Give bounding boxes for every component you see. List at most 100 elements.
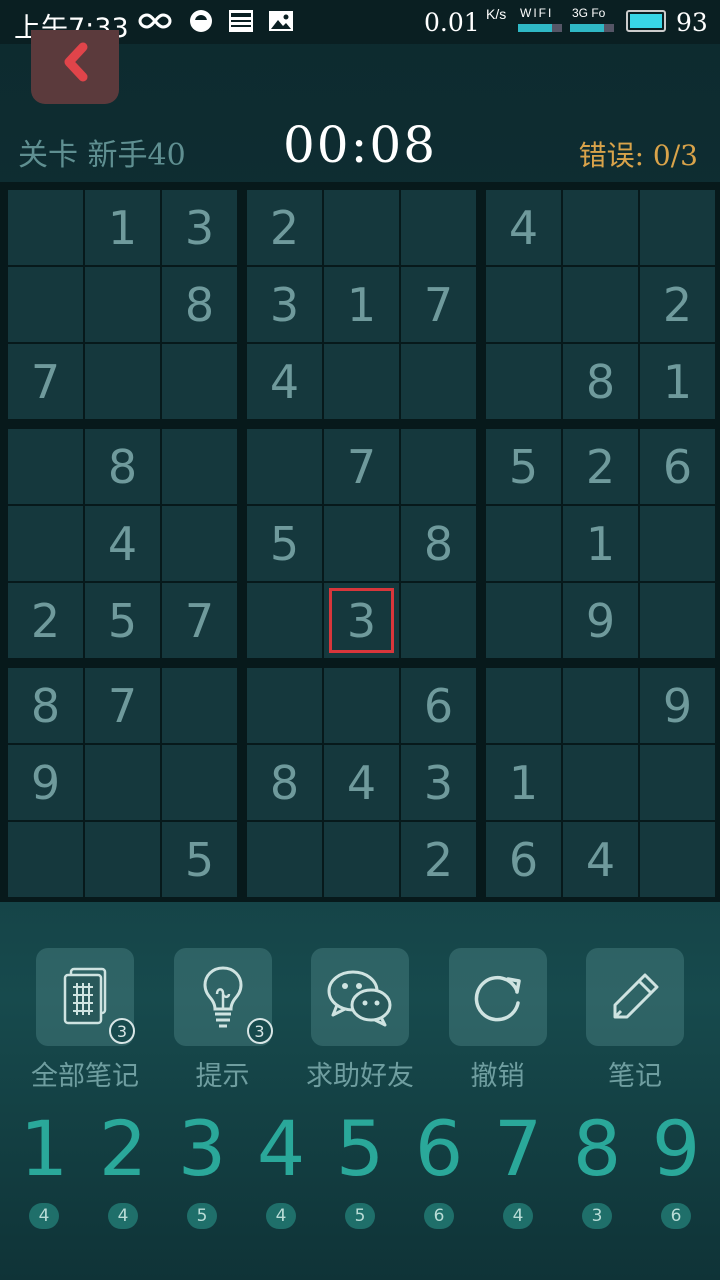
sudoku-cell-r6-c1[interactable]: 2 — [8, 583, 83, 658]
sudoku-cell-r9-c1[interactable] — [8, 822, 83, 897]
sudoku-cell-r1-c8[interactable] — [563, 190, 638, 265]
sudoku-cell-r6-c8[interactable]: 9 — [563, 583, 638, 658]
hint-button[interactable]: 3 提示 — [153, 948, 293, 1092]
sudoku-cell-r8-c2[interactable] — [85, 745, 160, 820]
sudoku-cell-r1-c9[interactable] — [640, 190, 715, 265]
sudoku-cell-r2-c9[interactable]: 2 — [640, 267, 715, 342]
remaining-count-badge: 6 — [424, 1203, 454, 1229]
number-key-2[interactable]: 24 — [87, 1104, 159, 1234]
sudoku-cell-r2-c5[interactable]: 1 — [324, 267, 399, 342]
sudoku-cell-r1-c7[interactable]: 4 — [486, 190, 561, 265]
tool-icon-box[interactable] — [311, 948, 409, 1046]
sudoku-cell-r9-c4[interactable] — [247, 822, 322, 897]
sudoku-cell-r1-c5[interactable] — [324, 190, 399, 265]
sudoku-cell-r7-c8[interactable] — [563, 668, 638, 743]
sudoku-cell-r9-c5[interactable] — [324, 822, 399, 897]
sudoku-cell-r7-c1[interactable]: 8 — [8, 668, 83, 743]
sudoku-cell-r8-c8[interactable] — [563, 745, 638, 820]
sudoku-cell-r7-c6[interactable]: 6 — [401, 668, 476, 743]
sudoku-cell-r5-c4[interactable]: 5 — [247, 506, 322, 581]
sudoku-cell-r3-c9[interactable]: 1 — [640, 344, 715, 419]
sudoku-cell-r7-c5[interactable] — [324, 668, 399, 743]
number-key-5[interactable]: 55 — [324, 1104, 396, 1234]
sudoku-cell-r8-c3[interactable] — [162, 745, 237, 820]
sudoku-cell-r2-c6[interactable]: 7 — [401, 267, 476, 342]
sudoku-cell-r5-c8[interactable]: 1 — [563, 506, 638, 581]
sudoku-cell-r3-c6[interactable] — [401, 344, 476, 419]
number-key-3[interactable]: 35 — [166, 1104, 238, 1234]
sudoku-cell-r8-c5[interactable]: 4 — [324, 745, 399, 820]
sudoku-cell-r6-c5[interactable]: 3 — [324, 583, 399, 658]
number-key-7[interactable]: 74 — [482, 1104, 554, 1234]
sudoku-cell-r3-c7[interactable] — [486, 344, 561, 419]
number-key-1[interactable]: 14 — [8, 1104, 80, 1234]
sudoku-cell-r2-c1[interactable] — [8, 267, 83, 342]
sudoku-cell-r7-c3[interactable] — [162, 668, 237, 743]
sudoku-cell-r2-c4[interactable]: 3 — [247, 267, 322, 342]
number-key-4[interactable]: 44 — [245, 1104, 317, 1234]
ask-friend-button[interactable]: 求助好友 — [290, 948, 430, 1092]
all-notes-button[interactable]: 3 全部笔记 — [15, 948, 155, 1092]
sudoku-cell-r8-c1[interactable]: 9 — [8, 745, 83, 820]
sudoku-cell-r6-c3[interactable]: 7 — [162, 583, 237, 658]
tool-icon-box[interactable] — [448, 948, 547, 1046]
sudoku-cell-r2-c3[interactable]: 8 — [162, 267, 237, 342]
sudoku-cell-r9-c9[interactable] — [640, 822, 715, 897]
tool-icon-box[interactable] — [586, 948, 684, 1046]
sudoku-cell-r4-c4[interactable] — [247, 429, 322, 504]
sudoku-cell-r3-c8[interactable]: 8 — [563, 344, 638, 419]
sudoku-cell-r3-c1[interactable]: 7 — [8, 344, 83, 419]
sudoku-cell-r5-c5[interactable] — [324, 506, 399, 581]
sudoku-cell-r8-c7[interactable]: 1 — [486, 745, 561, 820]
sudoku-cell-r5-c1[interactable] — [8, 506, 83, 581]
sudoku-cell-r5-c7[interactable] — [486, 506, 561, 581]
sudoku-cell-r8-c4[interactable]: 8 — [247, 745, 322, 820]
sudoku-cell-r5-c2[interactable]: 4 — [85, 506, 160, 581]
sudoku-cell-r8-c6[interactable]: 3 — [401, 745, 476, 820]
sudoku-cell-r4-c6[interactable] — [401, 429, 476, 504]
sudoku-cell-r4-c9[interactable]: 6 — [640, 429, 715, 504]
sudoku-cell-r9-c2[interactable] — [85, 822, 160, 897]
notes-button[interactable]: 笔记 — [565, 948, 705, 1092]
sudoku-cell-r4-c2[interactable]: 8 — [85, 429, 160, 504]
number-key-9[interactable]: 96 — [640, 1104, 712, 1234]
sudoku-cell-r6-c4[interactable] — [247, 583, 322, 658]
sudoku-cell-r5-c6[interactable]: 8 — [401, 506, 476, 581]
number-key-6[interactable]: 66 — [403, 1104, 475, 1234]
sudoku-cell-r4-c8[interactable]: 2 — [563, 429, 638, 504]
sudoku-cell-r7-c9[interactable]: 9 — [640, 668, 715, 743]
sudoku-cell-r8-c9[interactable] — [640, 745, 715, 820]
sudoku-cell-r3-c2[interactable] — [85, 344, 160, 419]
sudoku-cell-r7-c4[interactable] — [247, 668, 322, 743]
sudoku-cell-r9-c8[interactable]: 4 — [563, 822, 638, 897]
sudoku-cell-r6-c2[interactable]: 5 — [85, 583, 160, 658]
sudoku-cell-r1-c1[interactable] — [8, 190, 83, 265]
sudoku-cell-r7-c7[interactable] — [486, 668, 561, 743]
sudoku-cell-r4-c1[interactable] — [8, 429, 83, 504]
sudoku-cell-r2-c2[interactable] — [85, 267, 160, 342]
sudoku-cell-r1-c6[interactable] — [401, 190, 476, 265]
sudoku-cell-r6-c6[interactable] — [401, 583, 476, 658]
sudoku-cell-r4-c3[interactable] — [162, 429, 237, 504]
sudoku-cell-r9-c3[interactable]: 5 — [162, 822, 237, 897]
sudoku-cell-r4-c7[interactable]: 5 — [486, 429, 561, 504]
sudoku-cell-r1-c4[interactable]: 2 — [247, 190, 322, 265]
sudoku-cell-r3-c3[interactable] — [162, 344, 237, 419]
sudoku-cell-r2-c8[interactable] — [563, 267, 638, 342]
sudoku-cell-r4-c5[interactable]: 7 — [324, 429, 399, 504]
sudoku-cell-r1-c3[interactable]: 3 — [162, 190, 237, 265]
sudoku-cell-r9-c6[interactable]: 2 — [401, 822, 476, 897]
sudoku-cell-r2-c7[interactable] — [486, 267, 561, 342]
sudoku-cell-r7-c2[interactable]: 7 — [85, 668, 160, 743]
sudoku-cell-r1-c2[interactable]: 1 — [85, 190, 160, 265]
sudoku-cell-r5-c9[interactable] — [640, 506, 715, 581]
sudoku-cell-r5-c3[interactable] — [162, 506, 237, 581]
sudoku-cell-r6-c7[interactable] — [486, 583, 561, 658]
undo-button[interactable]: 撤销 — [428, 948, 568, 1092]
number-key-8[interactable]: 83 — [561, 1104, 633, 1234]
back-button[interactable] — [31, 30, 119, 104]
sudoku-cell-r9-c7[interactable]: 6 — [486, 822, 561, 897]
sudoku-cell-r6-c9[interactable] — [640, 583, 715, 658]
sudoku-cell-r3-c5[interactable] — [324, 344, 399, 419]
sudoku-cell-r3-c4[interactable]: 4 — [247, 344, 322, 419]
